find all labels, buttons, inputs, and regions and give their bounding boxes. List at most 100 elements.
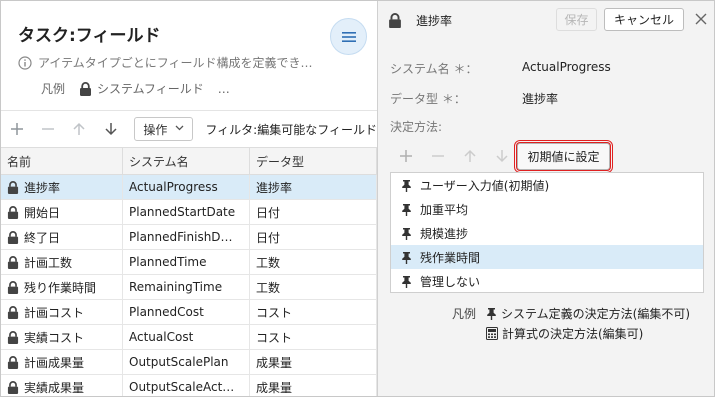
method-item-label: 残作業時間: [420, 250, 481, 265]
field-list-pane: タスク:フィールド アイテムタイプごとにフィールド構成を定義でき… 凡例 システ…: [1, 1, 377, 396]
column-header-data-type[interactable]: データ型: [250, 148, 377, 174]
add-icon[interactable]: [1, 111, 32, 147]
move-up-icon[interactable]: [454, 142, 486, 170]
pin-icon: [401, 251, 412, 264]
page-title: タスク:フィールド: [18, 26, 161, 46]
cell-name: 計画成果量: [1, 350, 123, 374]
pin-icon: [486, 307, 497, 320]
table-row[interactable]: 残り作業時間 RemainingTime 工数: [1, 275, 377, 300]
table-row[interactable]: 計画成果量 OutputScalePlan 成果量: [1, 350, 377, 375]
cell-system-name: OutputScalePlan: [123, 350, 250, 374]
method-item[interactable]: 規模進捗: [391, 221, 703, 245]
method-item[interactable]: 残作業時間: [391, 245, 703, 269]
system-name-label: システム名 ＊：: [390, 62, 478, 76]
method-item[interactable]: ユーザー入力値(初期値): [391, 173, 703, 197]
cell-system-name: ActualProgress: [123, 175, 250, 199]
cell-system-name: RemainingTime: [123, 275, 250, 299]
cell-name-text: 実績成果量: [24, 380, 85, 395]
method-item[interactable]: 加重平均: [391, 197, 703, 221]
cell-name-text: 残り作業時間: [24, 280, 97, 295]
method-item-label: ユーザー入力値(初期値): [420, 178, 550, 193]
system-name-value: ActualProgress: [522, 60, 611, 74]
cell-name-text: 計画コスト: [24, 305, 85, 320]
cell-system-name: PlannedFinishD…: [123, 225, 250, 249]
legend-label: 凡例: [41, 82, 66, 96]
info-description: アイテムタイプごとにフィールド構成を定義でき…: [18, 54, 313, 71]
pin-icon: [401, 179, 412, 192]
cell-name-text: 計画成果量: [24, 355, 85, 370]
cell-name: 計画工数: [1, 250, 123, 274]
detail-title: 進捗率: [416, 13, 453, 28]
cell-name-text: 開始日: [24, 205, 61, 220]
hamburger-icon: [341, 31, 356, 42]
lock-icon: [388, 12, 402, 28]
cell-data-type: 成果量: [250, 375, 377, 396]
field-detail-pane: 進捗率 保存 キャンセル システム名 ＊： ActualProgress データ…: [378, 1, 714, 396]
table-row[interactable]: 計画コスト PlannedCost コスト: [1, 300, 377, 325]
operation-label: 操作: [143, 122, 168, 137]
column-header-system-name[interactable]: システム名: [123, 148, 250, 174]
method-item-label: 規模進捗: [420, 226, 469, 241]
cell-name: 実績成果量: [1, 375, 123, 396]
cell-name-text: 進捗率: [24, 180, 61, 195]
pin-icon: [401, 275, 412, 288]
lock-icon: [7, 280, 19, 294]
table-row[interactable]: 開始日 PlannedStartDate 日付: [1, 200, 377, 225]
operation-dropdown[interactable]: 操作: [134, 117, 194, 141]
method-list: ユーザー入力値(初期値) 加重平均規模進捗残作業時間管理しない: [390, 172, 704, 293]
method-item-label: 管理しない: [420, 274, 481, 289]
cell-name: 開始日: [1, 200, 123, 224]
method-item[interactable]: 管理しない: [391, 269, 703, 293]
chevron-down-icon: [175, 124, 184, 134]
set-initial-value-button[interactable]: 初期値に設定: [514, 140, 613, 173]
move-up-icon[interactable]: [64, 111, 95, 147]
legend: 凡例 システムフィールド …: [41, 80, 231, 97]
add-icon[interactable]: [390, 142, 422, 170]
data-type-value: 進捗率: [522, 92, 559, 106]
cell-name: 終了日: [1, 225, 123, 249]
cell-data-type: 進捗率: [250, 175, 377, 199]
cell-data-type: 成果量: [250, 350, 377, 374]
table-row[interactable]: 実績コスト ActualCost コスト: [1, 325, 377, 350]
cell-data-type: 日付: [250, 225, 377, 249]
remove-icon[interactable]: [32, 111, 63, 147]
table-body: 進捗率 ActualProgress 進捗率 開始日 PlannedStartDate 日…: [1, 175, 377, 396]
lock-icon: [7, 355, 19, 369]
field-toolbar: 操作 フィルタ:編集可能なフィールド: [1, 110, 377, 147]
filter-label[interactable]: フィルタ:編集可能なフィールド: [205, 121, 377, 138]
table-header: 名前 システム名 データ型: [1, 147, 377, 175]
cell-data-type: コスト: [250, 325, 377, 349]
lock-icon: [7, 380, 19, 394]
cancel-button[interactable]: キャンセル: [604, 8, 684, 31]
column-header-name[interactable]: 名前: [1, 148, 123, 174]
method-label: 決定方法:: [390, 120, 443, 134]
cell-name-text: 実績コスト: [24, 330, 85, 345]
method-toolbar: [390, 142, 518, 170]
move-down-icon[interactable]: [95, 111, 126, 147]
info-icon: [18, 55, 32, 70]
cell-name: 計画コスト: [1, 300, 123, 324]
cell-name: 進捗率: [1, 175, 123, 199]
table-row[interactable]: 進捗率 ActualProgress 進捗率: [1, 175, 377, 200]
lock-icon: [7, 180, 19, 194]
legend-system-method: システム定義の決定方法(編集不可): [501, 306, 691, 321]
cell-data-type: コスト: [250, 300, 377, 324]
legend-label: 凡例: [452, 306, 477, 321]
table-row[interactable]: 計画工数 PlannedTime 工数: [1, 250, 377, 275]
table-row[interactable]: 終了日 PlannedFinishD… 日付: [1, 225, 377, 250]
more-legend[interactable]: …: [218, 82, 231, 96]
info-text: アイテムタイプごとにフィールド構成を定義でき…: [38, 56, 313, 70]
cell-system-name: PlannedCost: [123, 300, 250, 324]
lock-icon: [79, 81, 92, 96]
cell-data-type: 日付: [250, 200, 377, 224]
cell-data-type: 工数: [250, 250, 377, 274]
cell-name-text: 終了日: [24, 230, 61, 245]
calculator-icon: [486, 326, 498, 340]
close-icon[interactable]: [691, 9, 711, 29]
move-down-icon[interactable]: [486, 142, 518, 170]
menu-button[interactable]: [330, 18, 367, 55]
table-row[interactable]: 実績成果量 OutputScaleAct… 成果量: [1, 375, 377, 396]
remove-icon[interactable]: [422, 142, 454, 170]
save-button[interactable]: 保存: [556, 8, 597, 31]
lock-icon: [7, 305, 19, 319]
